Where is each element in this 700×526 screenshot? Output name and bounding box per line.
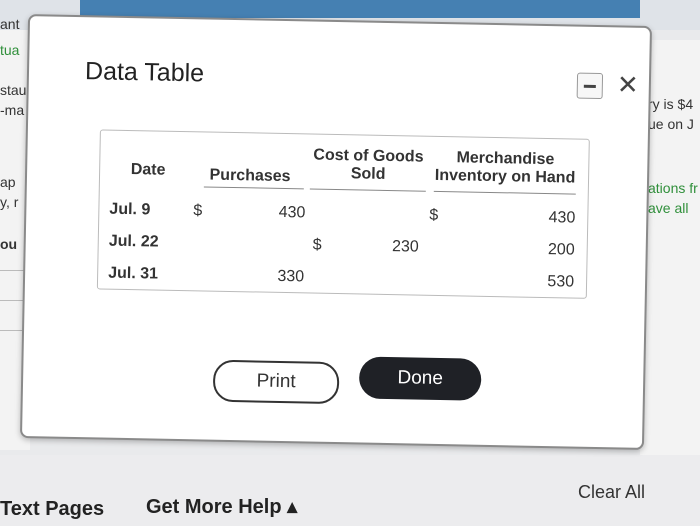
header-cogs: Cost of Goods Sold bbox=[313, 146, 424, 183]
header-date: Date bbox=[130, 161, 166, 179]
data-table: Date Purchases Cost of Goods Sold Mercha… bbox=[96, 129, 590, 299]
bg-fragment: ry is $4 bbox=[648, 96, 694, 112]
dialog-title: Data Table bbox=[84, 57, 205, 88]
close-icon[interactable]: ✕ bbox=[617, 69, 639, 100]
clear-all-button[interactable]: Clear All bbox=[578, 482, 645, 503]
row-date: Jul. 31 bbox=[108, 264, 159, 283]
bg-fragment: ant bbox=[0, 16, 20, 32]
header-divider bbox=[203, 186, 304, 190]
get-more-help-button[interactable]: Get More Help ▴ bbox=[146, 494, 297, 519]
header-divider bbox=[433, 190, 576, 195]
print-button[interactable]: Print bbox=[212, 359, 340, 405]
bg-fragment: tua bbox=[0, 42, 20, 58]
purchases-value: 430 bbox=[278, 203, 306, 222]
minimize-icon bbox=[583, 84, 596, 88]
header-divider bbox=[309, 188, 426, 192]
data-table-dialog: Data Table ✕ Date Purchases Cost of Good… bbox=[19, 14, 653, 450]
inventory-value: 430 bbox=[548, 209, 576, 227]
inventory-value: 530 bbox=[547, 273, 575, 291]
bg-fragment: -ma bbox=[0, 102, 25, 118]
bg-fragment: y, r bbox=[0, 194, 19, 210]
bg-fragment: ave all bbox=[648, 200, 689, 216]
bg-fragment: ations fr bbox=[648, 180, 698, 196]
bg-fragment: ap bbox=[0, 174, 16, 190]
dollar-sign: $ bbox=[429, 206, 439, 224]
bg-fragment: ue on J bbox=[648, 116, 694, 132]
row-date: Jul. 9 bbox=[109, 200, 151, 219]
cogs-value: 230 bbox=[391, 238, 419, 256]
inventory-value: 200 bbox=[547, 241, 575, 259]
background-strip bbox=[80, 0, 640, 18]
dollar-sign: $ bbox=[312, 236, 322, 254]
bg-fragment: stau bbox=[0, 82, 27, 98]
header-inventory: Merchandise Inventory on Hand bbox=[434, 149, 576, 187]
text-pages-link[interactable]: Text Pages bbox=[0, 498, 104, 521]
dollar-sign: $ bbox=[193, 202, 203, 220]
row-date: Jul. 22 bbox=[108, 232, 159, 251]
header-purchases: Purchases bbox=[209, 166, 291, 186]
purchases-value: 330 bbox=[277, 267, 305, 286]
done-button[interactable]: Done bbox=[358, 356, 482, 401]
minimize-button[interactable] bbox=[576, 72, 604, 100]
bg-fragment: ou bbox=[0, 236, 18, 252]
